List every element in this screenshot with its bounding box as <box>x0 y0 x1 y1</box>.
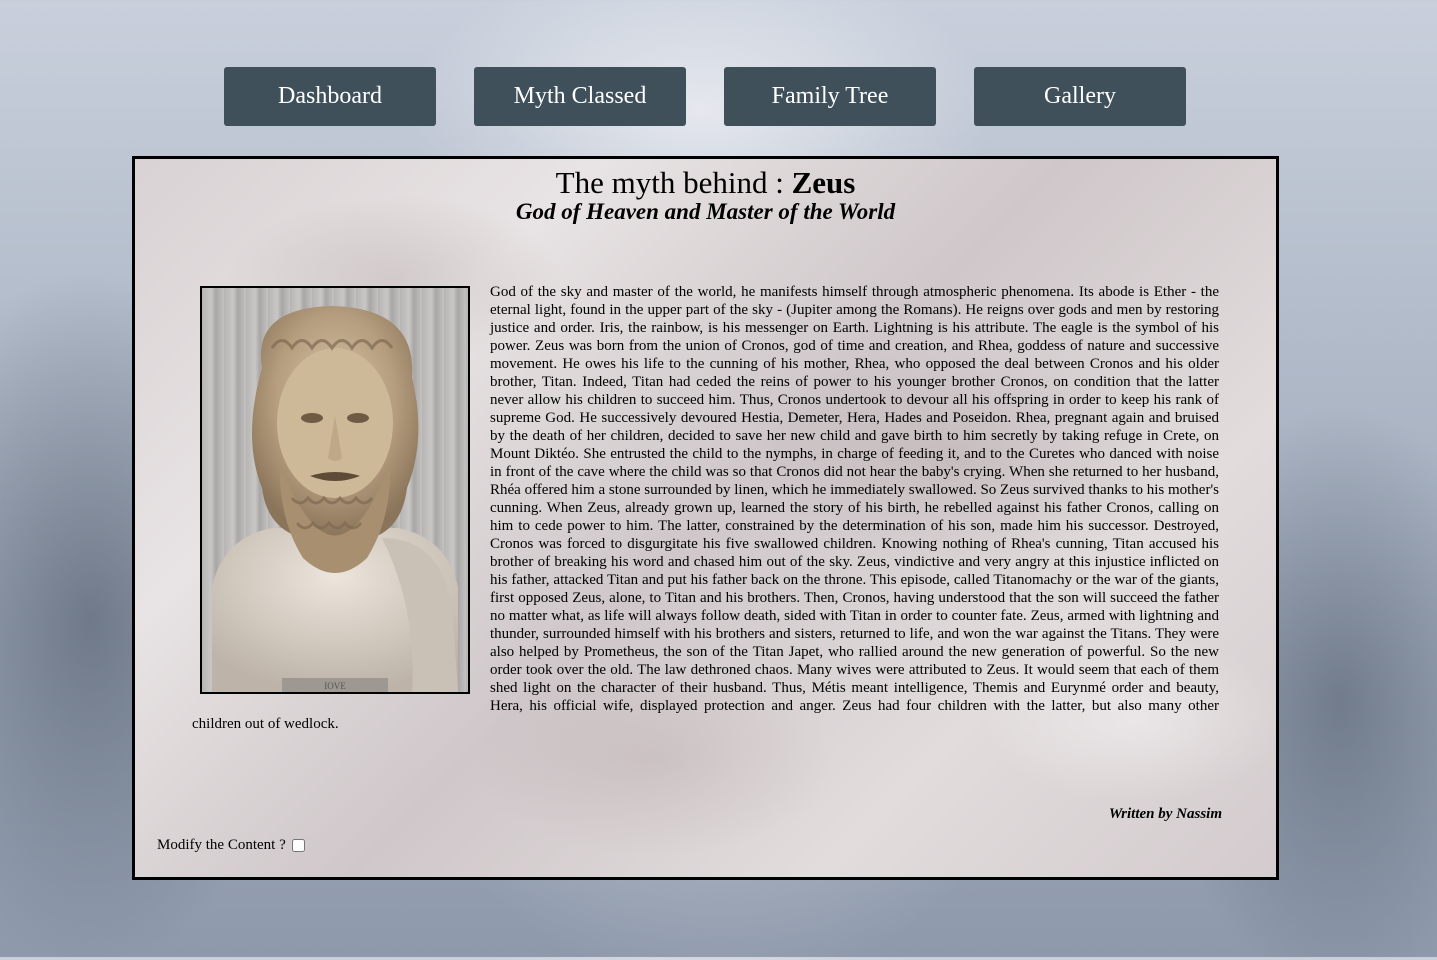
modify-content-checkbox[interactable] <box>291 839 305 852</box>
nav-dashboard-button[interactable]: Dashboard <box>224 67 436 126</box>
page-subtitle: God of Heaven and Master of the World <box>515 199 896 224</box>
title-prefix: The myth behind : <box>555 165 784 200</box>
nav-gallery-button[interactable]: Gallery <box>974 67 1186 126</box>
page-title: The myth behind : Zeus <box>135 165 1276 201</box>
modify-content-control[interactable]: Modify the Content ? <box>157 837 305 854</box>
zeus-bust-icon: IOVE <box>212 306 458 692</box>
bust-plaque-text: IOVE <box>324 681 346 691</box>
article-content: IOVE God of the sky and master of the wo… <box>192 283 1219 733</box>
zeus-bust-image: IOVE <box>200 286 470 694</box>
title-god-name: Zeus <box>791 165 856 200</box>
nav-family-tree-button[interactable]: Family Tree <box>724 67 936 126</box>
author-signature: Written by Nassim <box>1108 806 1222 822</box>
nav-myth-classed-button[interactable]: Myth Classed <box>474 67 686 126</box>
modify-content-label: Modify the Content ? <box>157 837 286 853</box>
main-nav: Dashboard Myth Classed Family Tree Galle… <box>224 67 1186 126</box>
myth-article-panel: The myth behind : Zeus God of Heaven and… <box>132 156 1279 880</box>
